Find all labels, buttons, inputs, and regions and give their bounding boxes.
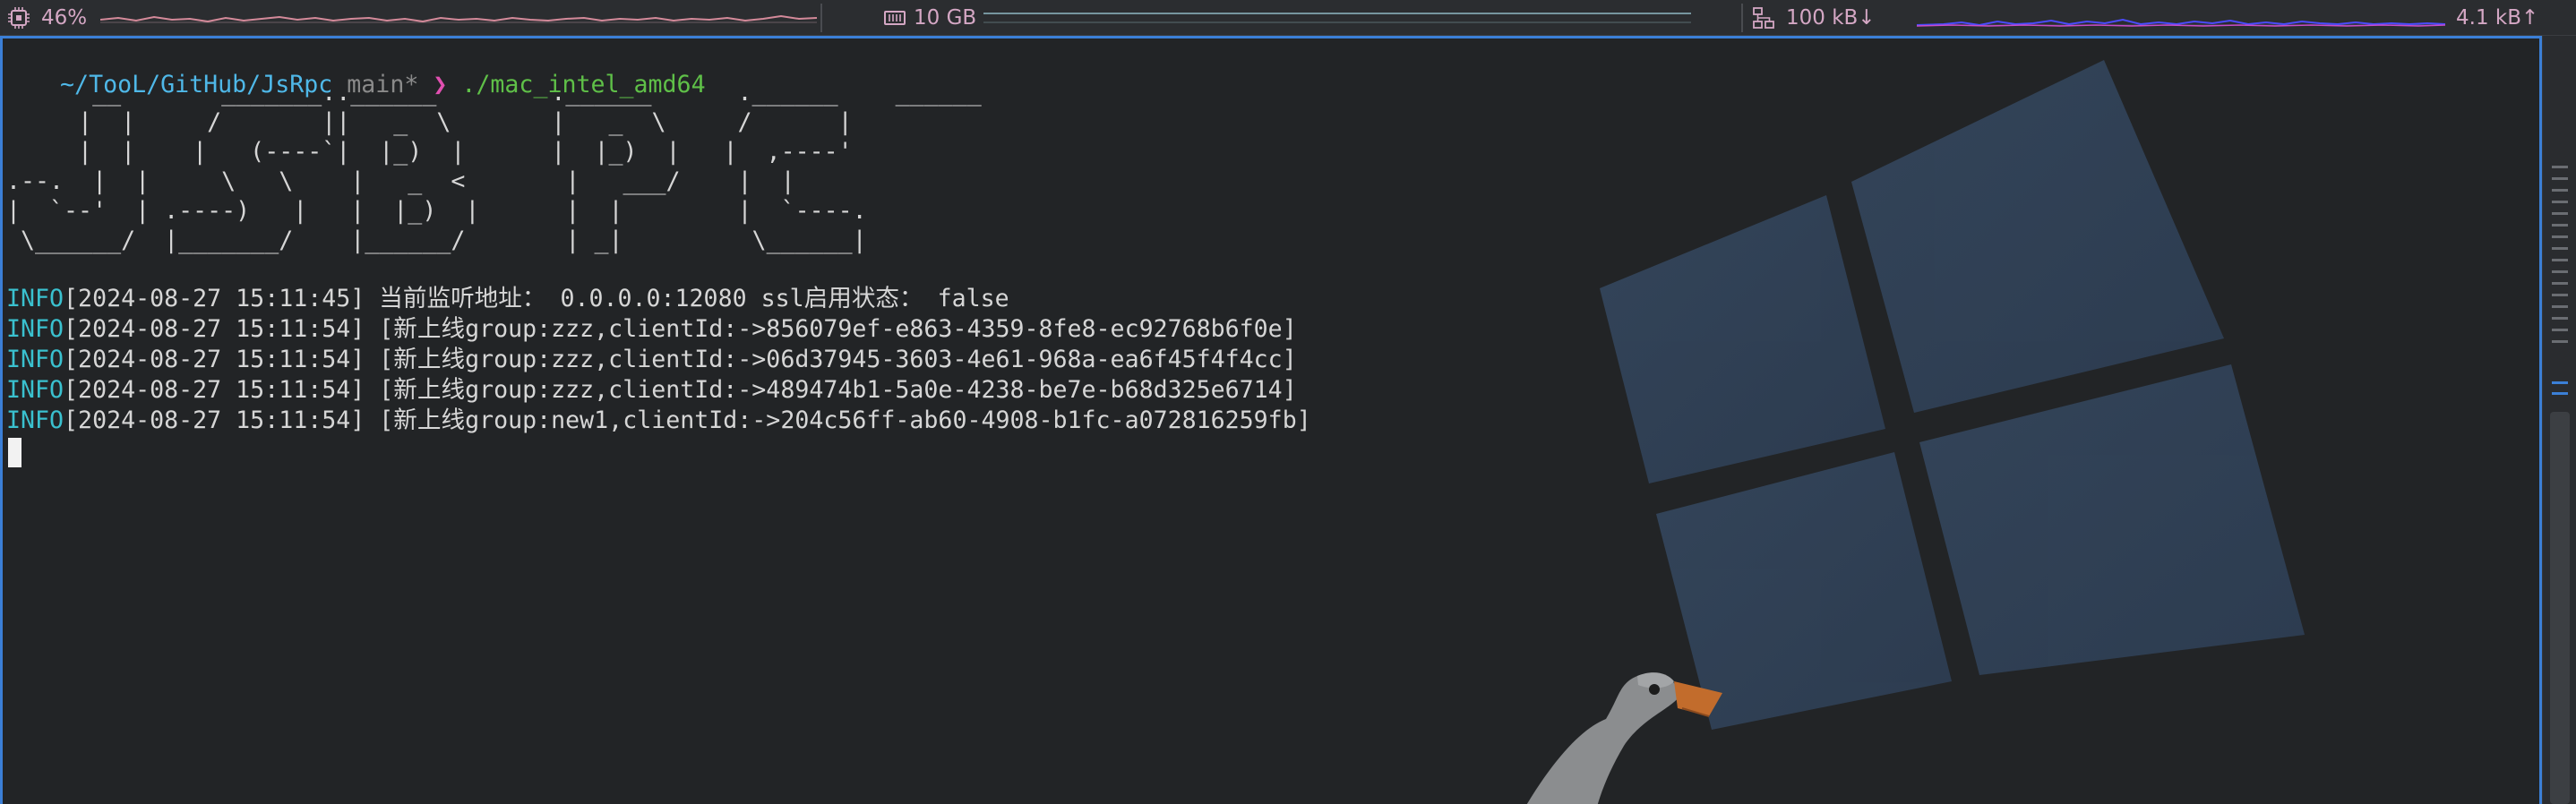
log-level: INFO: [6, 315, 64, 343]
minimap-mark: [2552, 329, 2568, 331]
log-level: INFO: [6, 285, 64, 312]
minimap-mark: [2552, 166, 2568, 168]
memory-usage-graph: [983, 13, 1691, 23]
network-usage-graph: [1917, 18, 2445, 27]
cpu-usage-value: 46%: [41, 6, 88, 30]
terminal-scrollbar[interactable]: [2542, 36, 2576, 804]
log-message: [2024-08-27 15:11:54] [新上线group:zzz,clie…: [64, 376, 1297, 404]
memory-icon: [884, 11, 906, 25]
log-level: INFO: [6, 376, 64, 404]
scrollbar-thumb[interactable]: [2550, 412, 2570, 804]
log-message: [2024-08-27 15:11:45] 当前监听地址： 0.0.0.0:12…: [64, 285, 1009, 312]
memory-usage-value: 10 GB: [914, 6, 977, 30]
log-line: INFO[2024-08-27 15:11:54] [新上线group:zzz,…: [6, 314, 1297, 345]
minimap-mark: [2552, 317, 2568, 320]
log-line: INFO[2024-08-27 15:11:54] [新上线group:zzz,…: [6, 345, 1297, 375]
network-upload-value: 4.1 kB↑: [2456, 6, 2539, 30]
windows-logo: [1600, 60, 2305, 730]
log-message: [2024-08-27 15:11:54] [新上线group:zzz,clie…: [64, 346, 1297, 373]
log-line: INFO[2024-08-27 15:11:54] [新上线group:new1…: [6, 406, 1311, 436]
minimap-mark: [2552, 294, 2568, 296]
cpu-icon: [8, 7, 30, 29]
goose-sticker: [1526, 672, 1722, 804]
minimap-mark: [2552, 177, 2568, 180]
minimap-mark: [2552, 247, 2568, 250]
minimap-mark: [2552, 305, 2568, 308]
minimap-mark: [2552, 189, 2568, 192]
minimap-mark: [2552, 270, 2568, 273]
log-message: [2024-08-27 15:11:54] [新上线group:new1,cli…: [64, 406, 1311, 434]
log-line: INFO[2024-08-27 15:11:54] [新上线group:zzz,…: [6, 375, 1297, 406]
log-level: INFO: [6, 346, 64, 373]
log-level: INFO: [6, 406, 64, 434]
minimap-mark: [2552, 224, 2568, 227]
minimap-mark: [2552, 259, 2568, 261]
terminal-pane[interactable]: ~/TooL/GitHub/JsRpc main* ❯ ./mac_intel_…: [0, 36, 2542, 804]
cpu-usage-graph: [100, 14, 817, 23]
log-line: INFO[2024-08-27 15:11:45] 当前监听地址： 0.0.0.…: [6, 284, 1009, 314]
minimap-mark: [2552, 235, 2568, 238]
minimap-mark: [2552, 392, 2568, 395]
minimap-mark: [2552, 201, 2568, 203]
terminal-cursor: [8, 438, 21, 467]
status-separator: [820, 4, 822, 32]
minimap-mark: [2552, 212, 2568, 215]
minimap-mark: [2552, 340, 2568, 343]
minimap-mark: [2552, 381, 2568, 384]
jsrpc-ascii-banner: __ _______..______ .______ .______ _____…: [6, 79, 982, 254]
network-icon: [1753, 7, 1774, 29]
status-bar: 46% 10 GB 100 kB↓ 4.1 kB↑: [0, 0, 2576, 36]
status-separator: [1741, 4, 1743, 32]
log-message: [2024-08-27 15:11:54] [新上线group:zzz,clie…: [64, 315, 1297, 343]
minimap-mark: [2552, 282, 2568, 285]
network-download-value: 100 kB↓: [1786, 6, 1876, 30]
